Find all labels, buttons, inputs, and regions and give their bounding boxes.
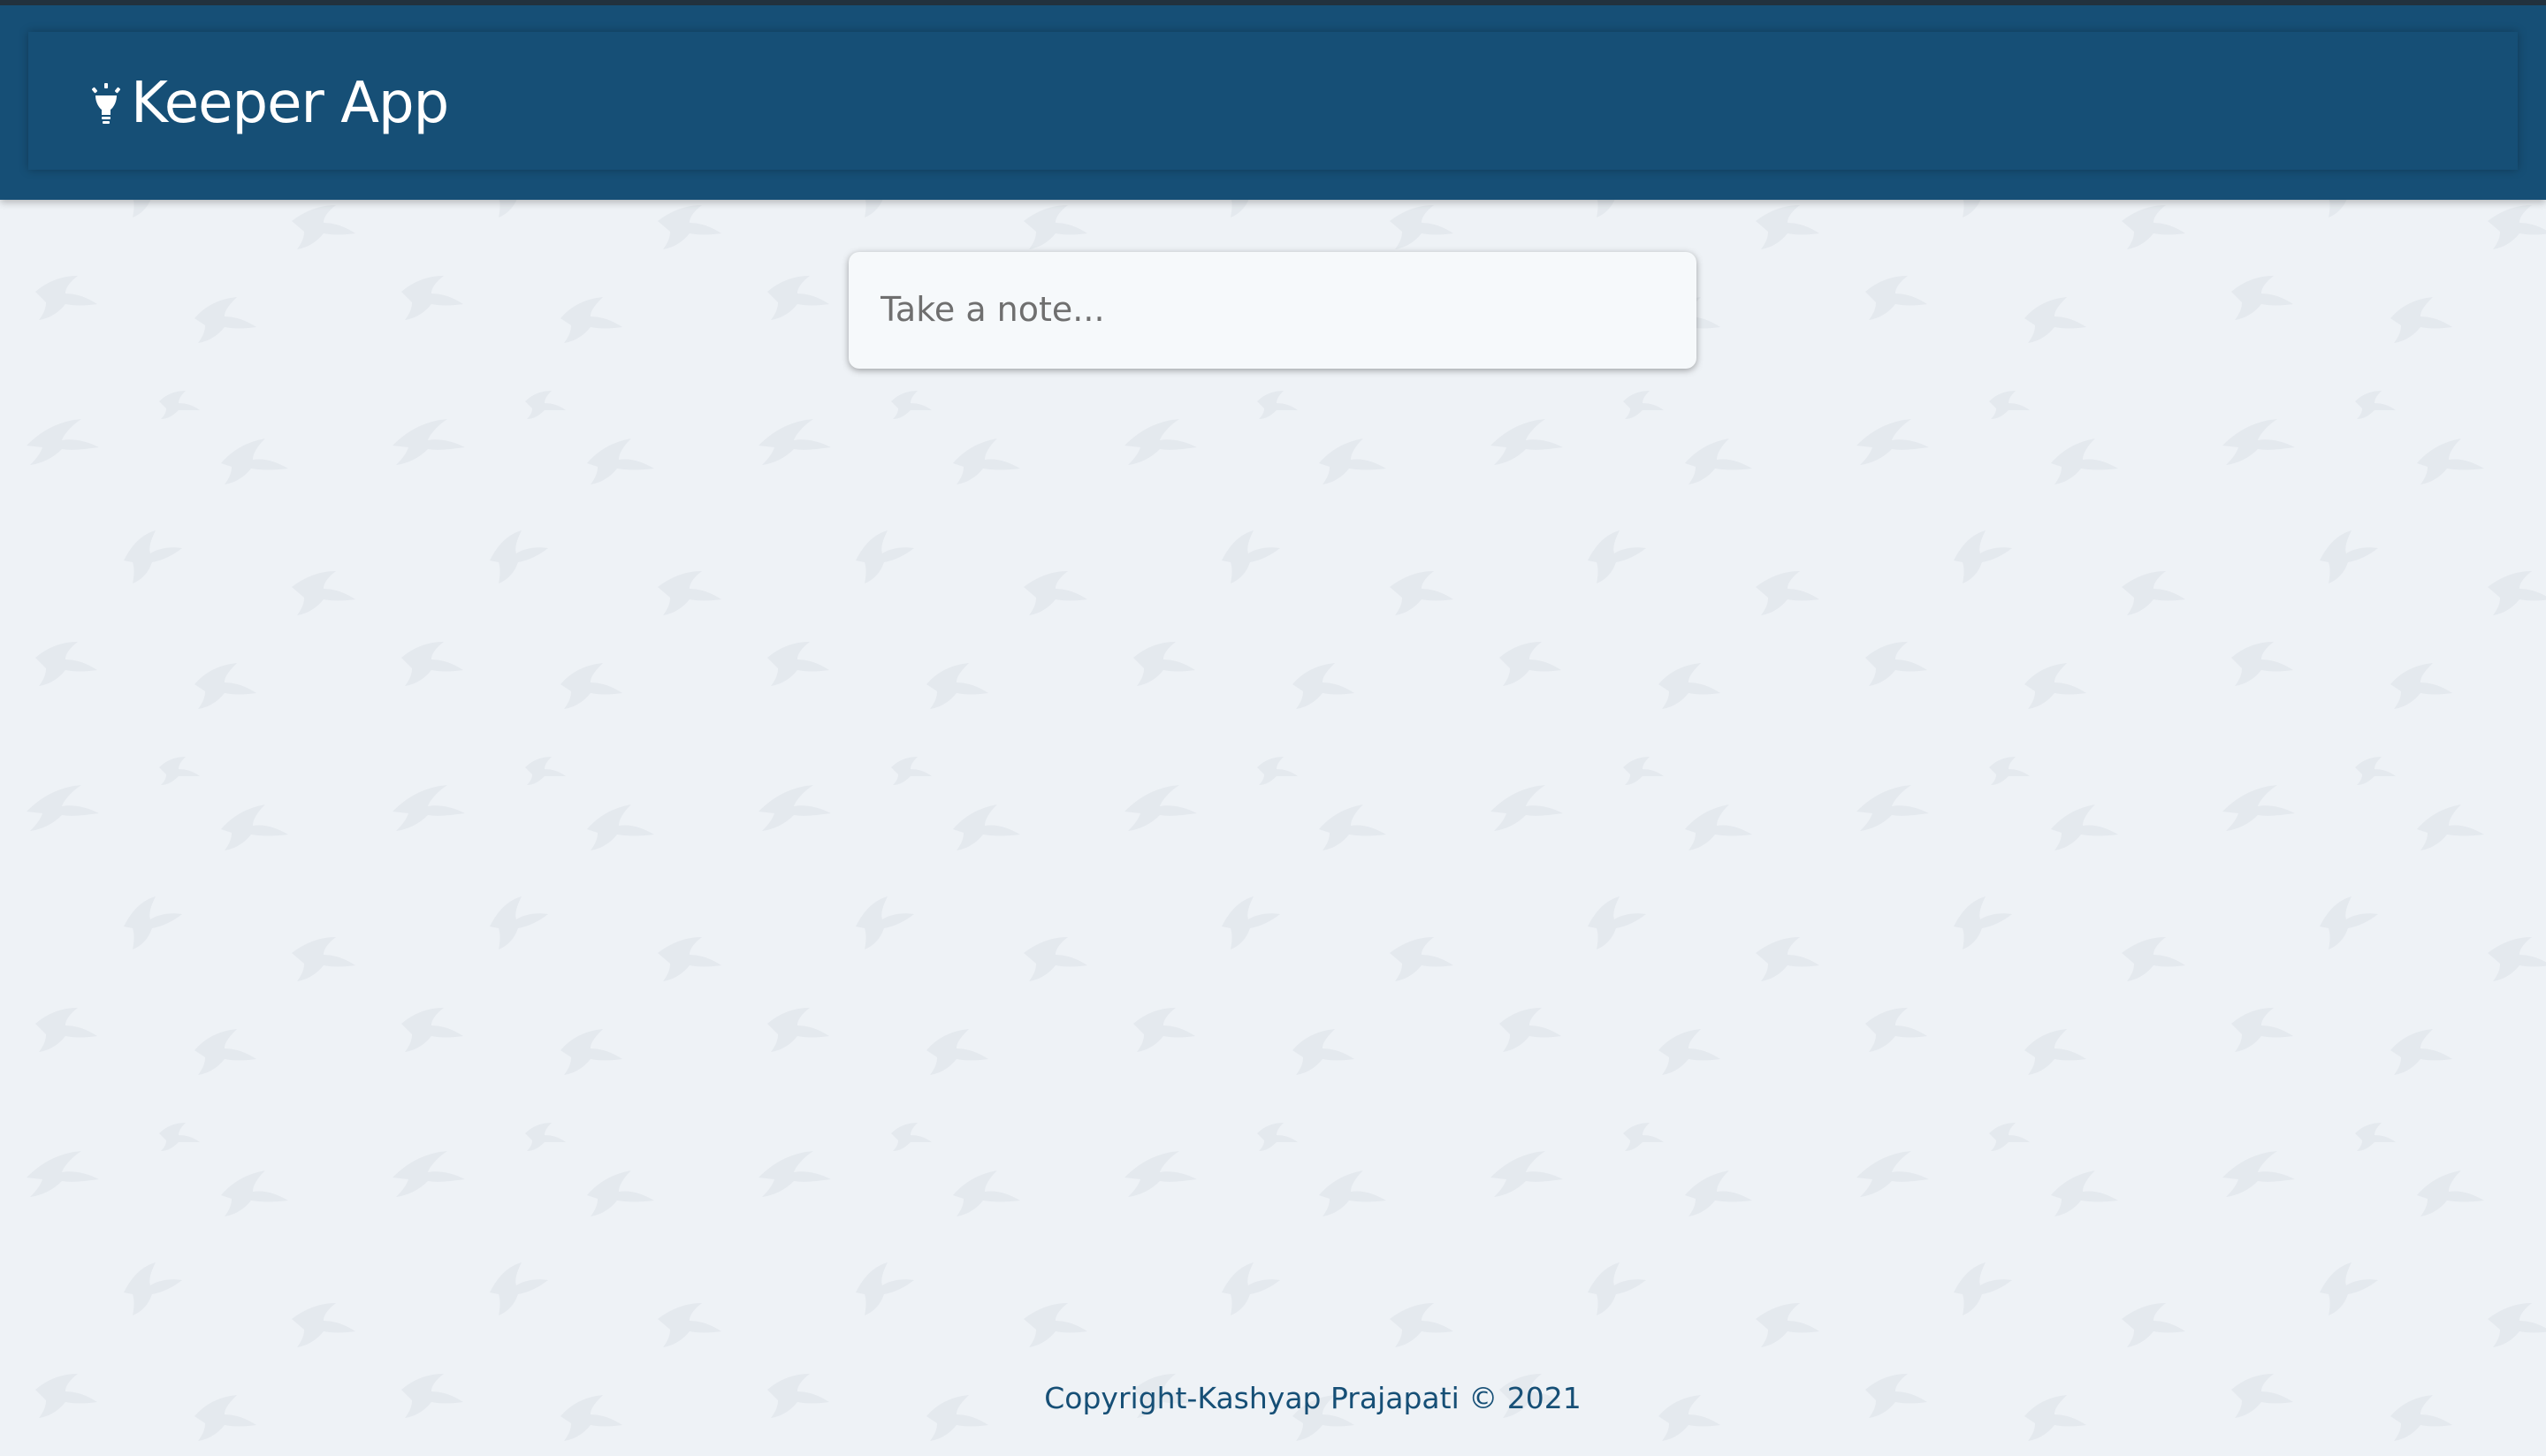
window-top-border	[0, 0, 2546, 5]
app-header: Keeper App	[0, 0, 2546, 200]
lightbulb-icon	[91, 83, 121, 124]
app-brand: Keeper App	[88, 71, 449, 136]
copyright-text: Copyright-Kashyap Prajapati © 2021	[1044, 1381, 1582, 1415]
create-note-form	[849, 252, 1696, 369]
page-footer: Copyright-Kashyap Prajapati © 2021	[0, 1379, 2546, 1418]
background-bird-pattern	[0, 0, 2546, 1456]
take-note-input[interactable]	[880, 278, 1658, 340]
app-title: Keeper App	[131, 71, 449, 136]
